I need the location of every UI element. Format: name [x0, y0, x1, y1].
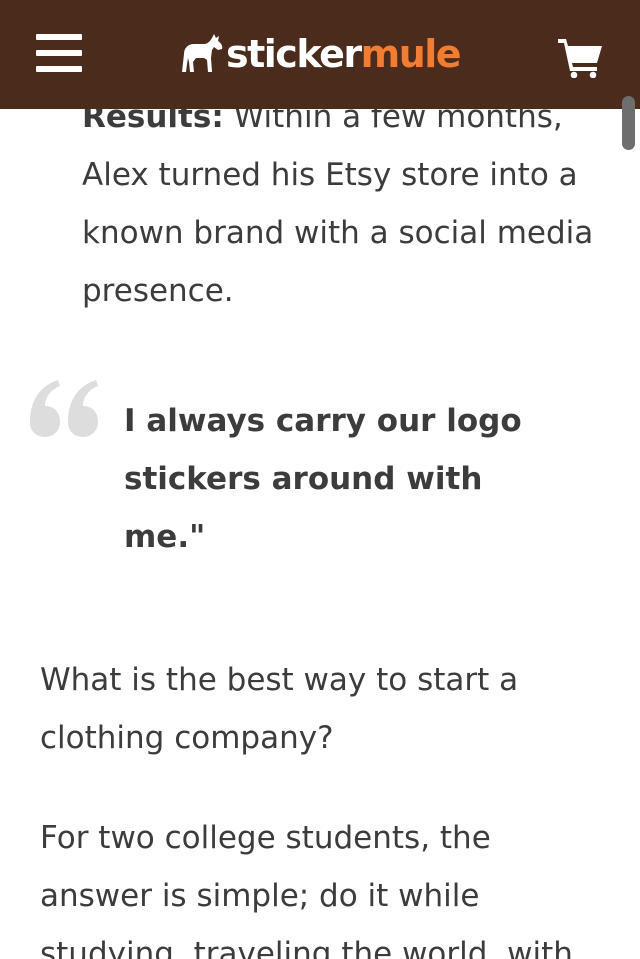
- stickermule-logo[interactable]: stickermule: [178, 26, 462, 82]
- pull-quote: I always carry our logo stickers around …: [124, 403, 522, 555]
- page: Results: Within a few months, Alex turne…: [0, 0, 640, 959]
- shopping-cart-icon[interactable]: [556, 36, 604, 78]
- quote-mark-icon: [30, 380, 98, 437]
- logo-word-sticker: sticker: [226, 32, 362, 76]
- paragraph: For two college students, the answer is …: [40, 820, 573, 959]
- results-bullet: Results: Within a few months, Alex turne…: [82, 88, 622, 320]
- logo-text: stickermule: [226, 26, 462, 82]
- scrollbar-thumb[interactable]: [622, 96, 635, 150]
- mule-icon: [182, 34, 223, 72]
- site-header: stickermule: [0, 0, 640, 109]
- hamburger-menu-icon[interactable]: [36, 32, 82, 74]
- logo-word-mule: mule: [360, 32, 462, 76]
- paragraph: What is the best way to start a clothing…: [40, 662, 519, 756]
